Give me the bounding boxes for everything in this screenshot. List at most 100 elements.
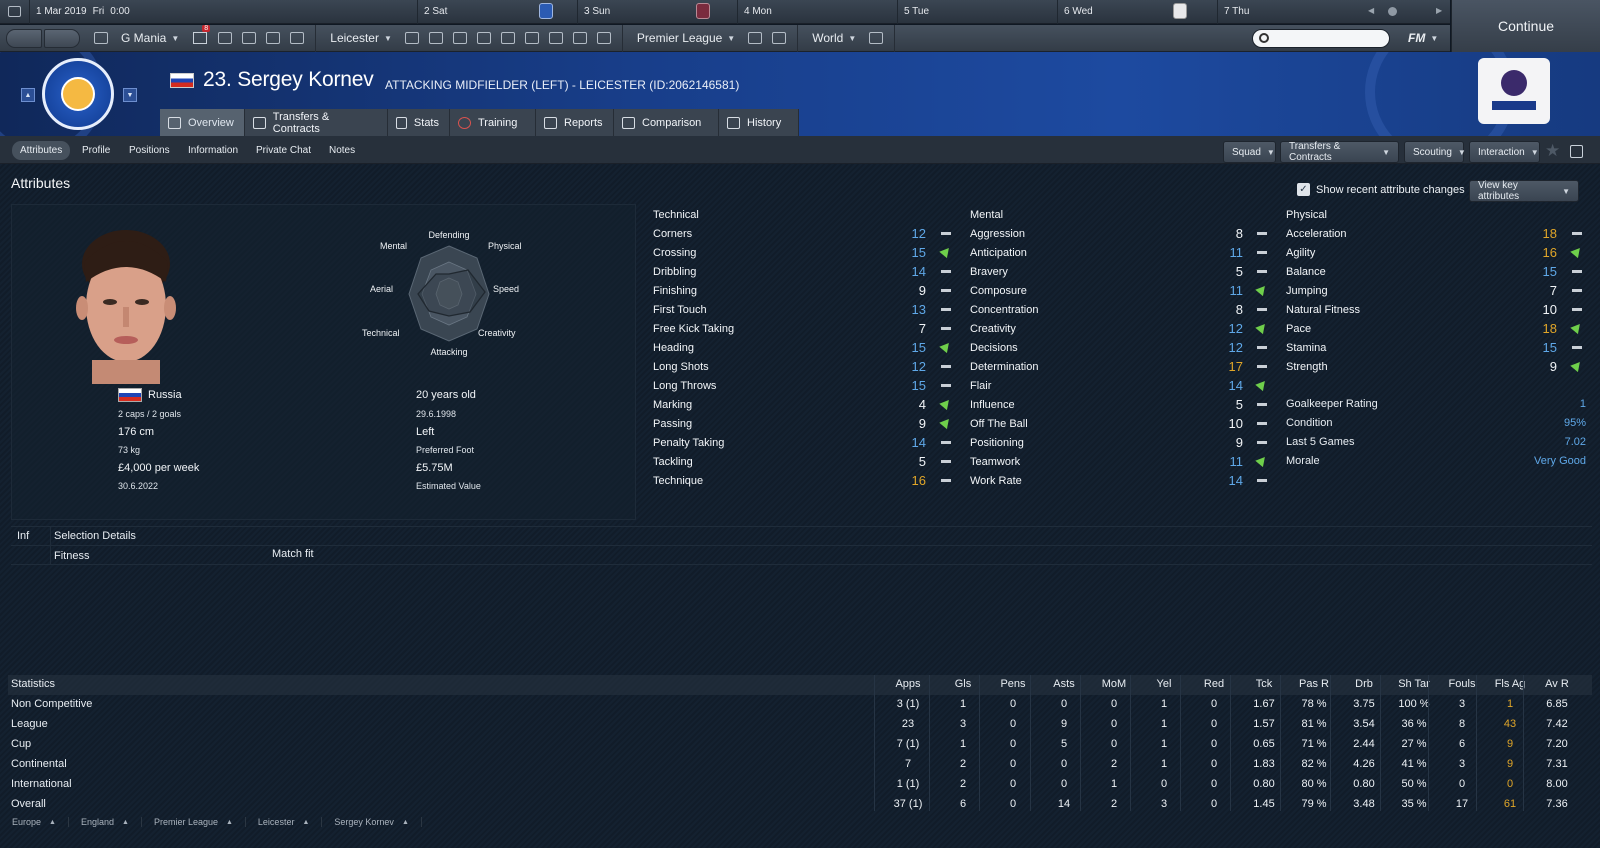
- tab-stats[interactable]: Stats: [388, 109, 450, 136]
- home-icon[interactable]: [94, 32, 108, 44]
- club-info-icon[interactable]: [572, 32, 587, 44]
- competition-menu[interactable]: Premier League ▼: [629, 25, 743, 52]
- attribute-row[interactable]: Crossing 15: [653, 243, 957, 262]
- tab-transfers-contracts[interactable]: Transfers & Contracts: [245, 109, 388, 136]
- calendar-prev-icon[interactable]: ◀: [1368, 6, 1374, 15]
- column-header[interactable]: Apps: [885, 678, 931, 690]
- attribute-row[interactable]: Influence 5: [970, 395, 1273, 414]
- subtab-information[interactable]: Information: [180, 141, 246, 160]
- interaction-dropdown[interactable]: Interaction ▼: [1469, 141, 1540, 163]
- manager-menu[interactable]: G Mania ▼: [113, 25, 187, 52]
- attribute-row[interactable]: Balance 15: [1286, 262, 1588, 281]
- table-row[interactable]: Continental 7 2 0 0 2 1 0 1.83 82 % 4.26 41 % 3 9 7.31: [8, 755, 1592, 775]
- breadcrumb-item[interactable]: Europe ▲: [0, 817, 69, 827]
- attribute-row[interactable]: Corners 12: [653, 224, 957, 243]
- attribute-row[interactable]: Flair 14: [970, 376, 1273, 395]
- search-input[interactable]: [1252, 29, 1390, 48]
- calendar-icon[interactable]: [0, 0, 30, 24]
- tactics-icon[interactable]: [428, 32, 443, 44]
- tab-reports[interactable]: Reports: [536, 109, 614, 136]
- chart-icon[interactable]: [596, 32, 611, 44]
- attribute-row[interactable]: Work Rate 14: [970, 471, 1273, 490]
- attribute-row[interactable]: Marking 4: [653, 395, 957, 414]
- staff-icon[interactable]: [218, 32, 233, 44]
- column-header[interactable]: Av R: [1534, 678, 1580, 690]
- continue-button[interactable]: Continue: [1451, 0, 1600, 52]
- attribute-row[interactable]: Positioning 9: [970, 433, 1273, 452]
- breadcrumb-item[interactable]: England ▲: [69, 817, 142, 827]
- table-row[interactable]: Cup 7 (1) 1 0 5 0 1 0 0.65 71 % 2.44 27 % 6 9 7.20: [8, 735, 1592, 755]
- table-row[interactable]: Non Competitive 3 (1) 1 0 0 0 1 0 1.67 78 % 3.75 10…: [8, 695, 1592, 715]
- attribute-row[interactable]: Agility 16: [1286, 243, 1588, 262]
- nationality[interactable]: Russia: [148, 389, 182, 401]
- attribute-row[interactable]: Long Shots 12: [653, 357, 957, 376]
- list-icon[interactable]: [748, 32, 763, 44]
- prev-player-button[interactable]: ▲: [21, 88, 35, 102]
- attribute-row[interactable]: Heading 15: [653, 338, 957, 357]
- folder-icon[interactable]: [476, 32, 491, 44]
- scales-icon[interactable]: [290, 32, 305, 44]
- tab-history[interactable]: History: [719, 109, 799, 136]
- subtab-attributes[interactable]: Attributes: [12, 141, 71, 160]
- training-icon[interactable]: [452, 32, 467, 44]
- attribute-row[interactable]: Bravery 5: [970, 262, 1273, 281]
- fm-menu[interactable]: FM ▼: [1400, 25, 1446, 52]
- attribute-row[interactable]: Determination 17: [970, 357, 1273, 376]
- attribute-row[interactable]: Composure 11: [970, 281, 1273, 300]
- morale-value[interactable]: Very Good: [1460, 455, 1586, 467]
- attribute-row[interactable]: Pace 18: [1286, 319, 1588, 338]
- column-header[interactable]: Sh Tar: [1391, 678, 1437, 690]
- attribute-row[interactable]: Free Kick Taking 7: [653, 319, 957, 338]
- squad-icon[interactable]: [404, 32, 419, 44]
- scouting-dropdown[interactable]: Scouting ▼: [1404, 141, 1466, 163]
- subtab-private-chat[interactable]: Private Chat: [248, 141, 319, 160]
- calendar-dot-icon[interactable]: [1388, 7, 1397, 16]
- back-button[interactable]: [6, 28, 42, 48]
- show-recent-label[interactable]: Show recent attribute changes: [1316, 184, 1465, 196]
- finance-icon[interactable]: [548, 32, 563, 44]
- calendar-day[interactable]: 3 Sun: [578, 0, 738, 24]
- schedule-icon[interactable]: [500, 32, 515, 44]
- attribute-row[interactable]: Penalty Taking 14: [653, 433, 957, 452]
- tab-training[interactable]: Training: [450, 109, 536, 136]
- attribute-row[interactable]: Off The Ball 10: [970, 414, 1273, 433]
- transfers-icon[interactable]: [524, 32, 539, 44]
- breadcrumb-item[interactable]: Sergey Kornev ▲: [322, 817, 422, 827]
- calendar-day[interactable]: 2 Sat: [418, 0, 578, 24]
- star-icon[interactable]: ★: [1545, 141, 1560, 161]
- squad-dropdown[interactable]: Squad ▼: [1223, 141, 1276, 163]
- tab-comparison[interactable]: Comparison: [614, 109, 719, 136]
- column-header[interactable]: Fouls: [1439, 678, 1485, 690]
- table-row[interactable]: International 1 (1) 2 0 0 1 0 0 0.80 80 % 0.80 50 %…: [8, 775, 1592, 795]
- attribute-row[interactable]: Aggression 8: [970, 224, 1273, 243]
- attribute-row[interactable]: First Touch 13: [653, 300, 957, 319]
- next-player-button[interactable]: ▼: [123, 88, 137, 102]
- fixtures-icon[interactable]: [772, 32, 787, 44]
- attribute-row[interactable]: Natural Fitness 10: [1286, 300, 1588, 319]
- view-key-attributes-dropdown[interactable]: View key attributes ▼: [1469, 180, 1579, 202]
- calendar-day[interactable]: 6 Wed: [1058, 0, 1218, 24]
- attribute-row[interactable]: Concentration 8: [970, 300, 1273, 319]
- network-icon[interactable]: [869, 32, 884, 44]
- world-menu[interactable]: World ▼: [804, 25, 864, 52]
- column-header[interactable]: Fls Ag: [1487, 678, 1533, 690]
- attribute-row[interactable]: Finishing 9: [653, 281, 957, 300]
- forward-button[interactable]: [44, 28, 80, 48]
- attribute-row[interactable]: Dribbling 14: [653, 262, 957, 281]
- breadcrumb-item[interactable]: Leicester ▲: [246, 817, 323, 827]
- club-crest[interactable]: [42, 58, 114, 130]
- attribute-row[interactable]: Tackling 5: [653, 452, 957, 471]
- subtab-notes[interactable]: Notes: [321, 141, 363, 160]
- attribute-row[interactable]: Passing 9: [653, 414, 957, 433]
- calendar-day[interactable]: 4 Mon: [738, 0, 898, 24]
- calendar-day[interactable]: 7 Thu ◀: [1218, 0, 1378, 24]
- inbox-icon[interactable]: 8: [193, 25, 211, 44]
- club-menu[interactable]: Leicester ▼: [322, 25, 400, 52]
- calendar-next-icon[interactable]: ▶: [1436, 6, 1442, 15]
- subtab-profile[interactable]: Profile: [74, 141, 118, 160]
- briefcase-icon[interactable]: [266, 32, 281, 44]
- transfers-contracts-dropdown[interactable]: Transfers & Contracts ▼: [1280, 141, 1399, 163]
- attribute-row[interactable]: Anticipation 11: [970, 243, 1273, 262]
- tab-overview[interactable]: Overview: [160, 109, 245, 136]
- subtab-positions[interactable]: Positions: [121, 141, 178, 160]
